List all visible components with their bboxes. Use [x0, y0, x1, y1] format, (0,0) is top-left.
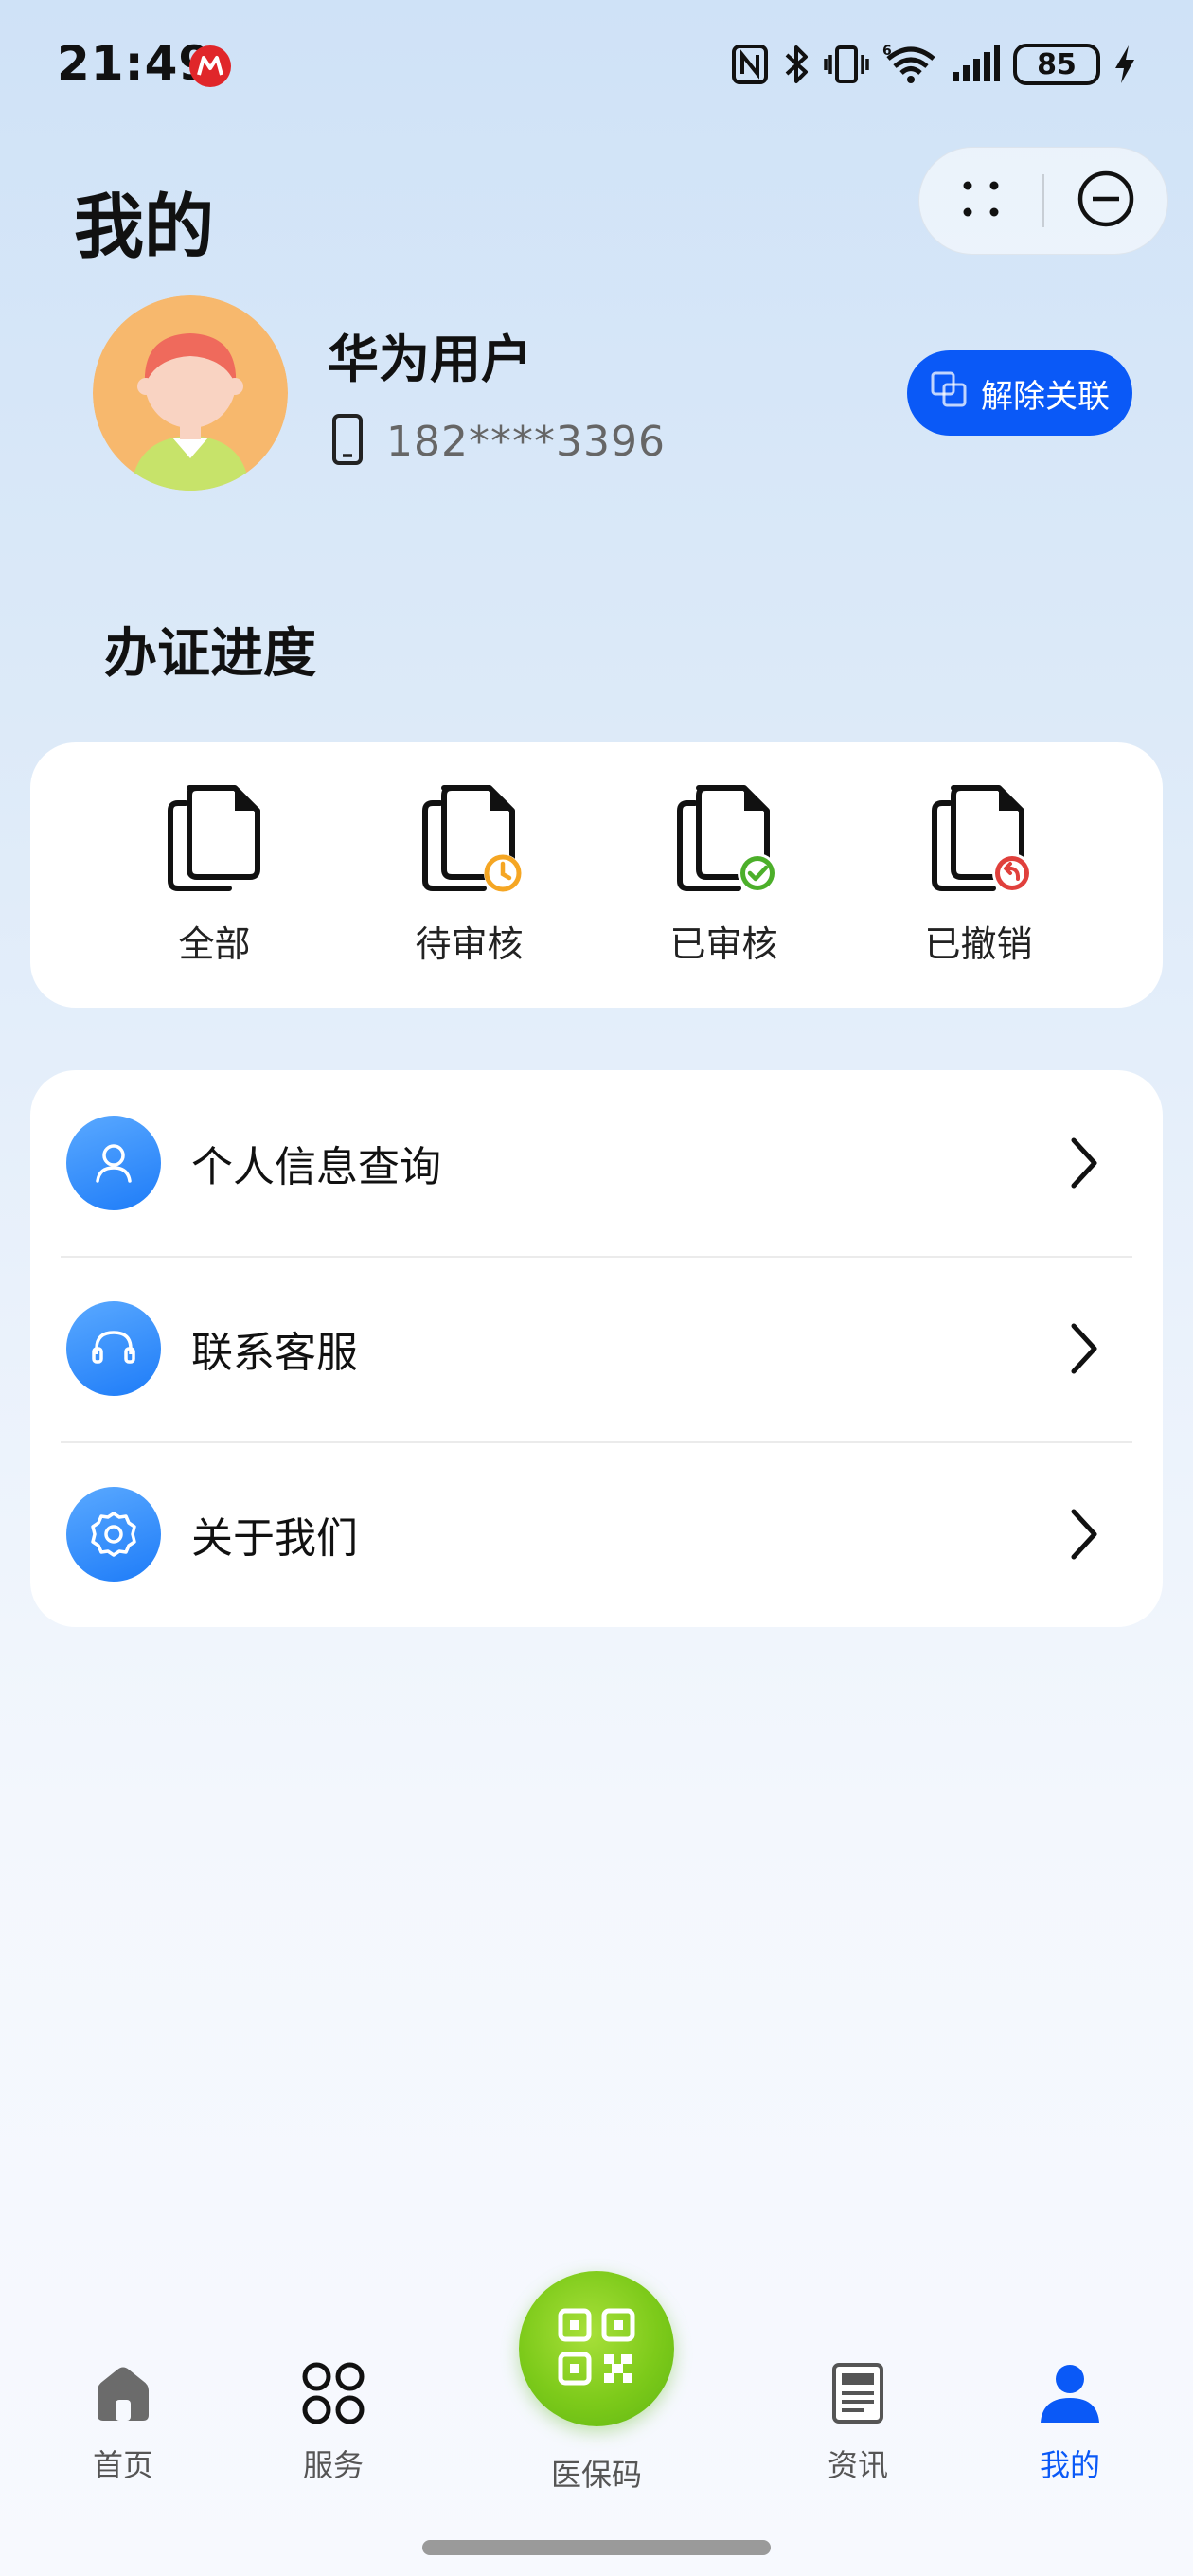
tab-label: 医保码 [550, 2457, 642, 2493]
progress-item-pending[interactable]: 待审核 [375, 742, 564, 1008]
home-icon [92, 2362, 154, 2428]
tab-medical-insurance-code[interactable] [519, 2271, 674, 2426]
tab-services[interactable]: 服务 [258, 2362, 409, 2485]
progress-section-title: 办证进度 [104, 623, 316, 685]
document-pending-icon [418, 782, 522, 898]
headset-icon [66, 1301, 161, 1396]
settings-icon [66, 1487, 161, 1582]
chevron-right-icon [1064, 1320, 1102, 1377]
more-dots-icon [960, 178, 1002, 224]
qr-code-icon [557, 2307, 636, 2390]
grid-icon [302, 2362, 365, 2428]
unbind-label: 解除关联 [981, 377, 1110, 416]
menu-item-label: 个人信息查询 [191, 1143, 441, 1191]
phone-icon [331, 413, 364, 470]
menu-item-label: 关于我们 [191, 1514, 358, 1563]
phone-row: 182****3396 [331, 413, 666, 470]
menu-item-customer-service[interactable]: 联系客服 [30, 1256, 1163, 1441]
phone-number: 182****3396 [386, 417, 666, 466]
status-bar: 21:49 6 85 [0, 0, 1193, 133]
progress-label: 已审核 [669, 923, 778, 965]
chevron-right-icon [1064, 1135, 1102, 1191]
progress-card: 全部 待审核 已审核 已撤销 [30, 742, 1163, 1008]
profile-icon [1039, 2362, 1101, 2428]
minus-circle-icon [1077, 170, 1135, 232]
tab-label: 我的 [1039, 2447, 1100, 2483]
avatar[interactable] [93, 295, 288, 491]
progress-label: 全部 [178, 923, 251, 965]
progress-item-approved[interactable]: 已审核 [630, 742, 819, 1008]
menu-card: 个人信息查询 联系客服 关于我们 [30, 1070, 1163, 1627]
tab-home[interactable]: 首页 [47, 2362, 199, 2485]
signal-icon [951, 43, 1000, 86]
menu-item-about-us[interactable]: 关于我们 [30, 1441, 1163, 1627]
status-icons: 6 85 [731, 43, 1136, 86]
document-icon [163, 782, 267, 898]
progress-label: 待审核 [415, 923, 524, 965]
bluetooth-icon [782, 43, 810, 86]
svg-text:6: 6 [882, 44, 892, 59]
progress-item-revoked[interactable]: 已撤销 [884, 742, 1074, 1008]
user-name: 华为用户 [328, 330, 532, 389]
tab-label: 资讯 [827, 2447, 888, 2483]
document-approved-icon [672, 782, 777, 898]
close-button[interactable] [1044, 147, 1167, 255]
progress-label: 已撤销 [924, 923, 1033, 965]
menu-item-label: 联系客服 [191, 1329, 358, 1377]
metro-app-icon [189, 45, 231, 87]
link-icon [930, 370, 968, 417]
menu-item-personal-info[interactable]: 个人信息查询 [30, 1070, 1163, 1256]
vibrate-icon [824, 43, 869, 86]
unbind-button[interactable]: 解除关联 [907, 350, 1132, 436]
tab-news[interactable]: 资讯 [782, 2362, 934, 2485]
tab-label: 服务 [302, 2447, 364, 2483]
user-icon [66, 1116, 161, 1210]
news-icon [827, 2362, 889, 2428]
tab-label: 首页 [92, 2447, 153, 2483]
tab-profile[interactable]: 我的 [994, 2362, 1146, 2485]
wifi-6-icon: 6 [882, 43, 937, 86]
home-indicator[interactable] [422, 2540, 771, 2555]
charging-icon [1113, 43, 1136, 86]
battery-indicator: 85 [1013, 44, 1100, 85]
more-button[interactable] [919, 147, 1042, 255]
nfc-icon [731, 43, 769, 86]
progress-item-all[interactable]: 全部 [120, 742, 310, 1008]
page-title: 我的 [74, 187, 214, 268]
document-revoked-icon [927, 782, 1032, 898]
mini-program-capsule [918, 147, 1168, 255]
chevron-right-icon [1064, 1506, 1102, 1563]
